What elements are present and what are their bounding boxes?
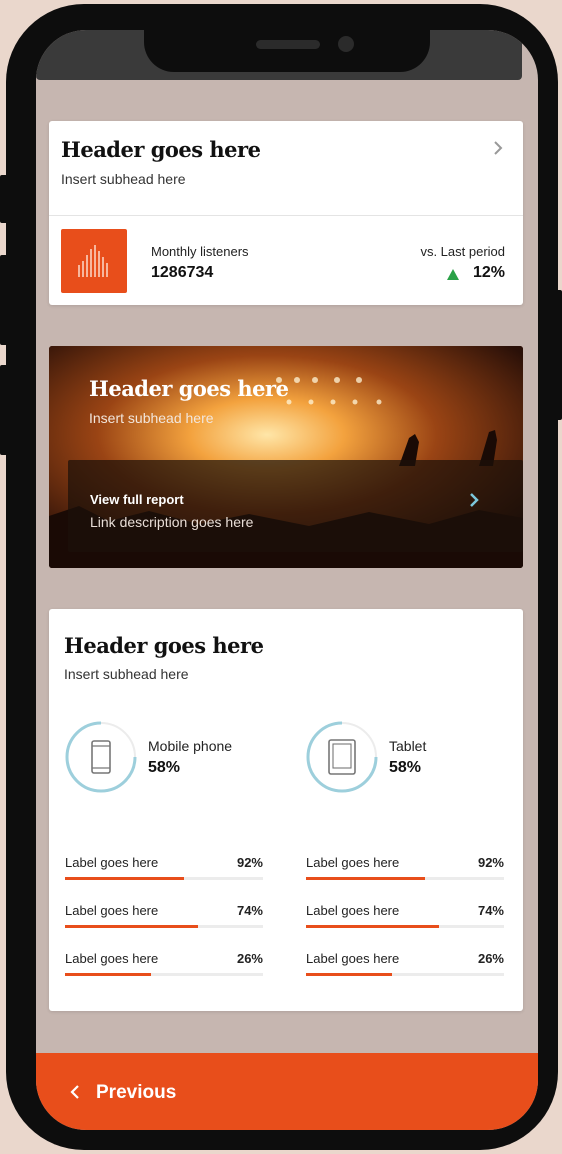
- trend-up-icon: [447, 269, 459, 280]
- stat-bar-row: Label goes here 26%: [305, 951, 504, 981]
- metric-value: 1286734: [151, 264, 214, 281]
- device-label: Mobile phone: [148, 738, 233, 754]
- bar-percent: 74%: [236, 903, 263, 918]
- stat-bar-row: Label goes here 92%: [305, 855, 504, 885]
- bar-label: Label goes here: [65, 951, 159, 966]
- devices-card-subtitle: Insert subhead here: [64, 666, 189, 682]
- report-card[interactable]: Header goes here Insert subhead here Vie…: [49, 346, 523, 568]
- bar-label: Label goes here: [65, 903, 159, 918]
- link-description: Link description goes here: [90, 514, 254, 530]
- bar-track: [306, 877, 504, 880]
- devices-card: Header goes here Insert subhead here Mob…: [49, 609, 523, 1011]
- chevron-left-icon: [70, 1085, 79, 1099]
- equalizer-icon: [78, 245, 108, 277]
- bar-fill: [65, 877, 184, 880]
- compare-value: 12%: [472, 264, 505, 281]
- bar-fill: [306, 973, 392, 976]
- mobile-phone-icon: [91, 740, 111, 774]
- tablet-usage-ring: [306, 721, 378, 793]
- phone-notch: [144, 30, 430, 72]
- bar-percent: 74%: [477, 903, 504, 918]
- chevron-right-icon[interactable]: [467, 492, 481, 508]
- summary-card[interactable]: Header goes here Insert subhead here Mon…: [49, 121, 523, 305]
- bar-fill: [306, 877, 425, 880]
- devices-card-title: Header goes here: [64, 633, 264, 658]
- phone-frame: Header goes here Insert subhead here Mon…: [6, 4, 558, 1150]
- bar-track: [65, 877, 263, 880]
- bar-fill: [306, 925, 439, 928]
- device-label: Tablet: [389, 738, 427, 754]
- bar-fill: [65, 925, 198, 928]
- bar-fill: [65, 973, 151, 976]
- stat-bar-row: Label goes here 74%: [64, 903, 263, 933]
- bar-label: Label goes here: [65, 855, 159, 870]
- report-card-subtitle: Insert subhead here: [89, 410, 214, 426]
- phone-screen: Header goes here Insert subhead here Mon…: [36, 30, 538, 1130]
- chevron-right-icon[interactable]: [491, 141, 505, 155]
- stat-bar-row: Label goes here 26%: [64, 951, 263, 981]
- divider: [49, 215, 523, 216]
- bar-track: [306, 973, 504, 976]
- speaker-grille: [256, 40, 320, 49]
- stat-bar-row: Label goes here 74%: [305, 903, 504, 933]
- view-report-link[interactable]: View full report Link description goes h…: [68, 460, 523, 552]
- previous-button[interactable]: Previous: [36, 1053, 538, 1130]
- device-value: 58%: [148, 759, 181, 776]
- bar-label: Label goes here: [306, 951, 400, 966]
- summary-card-title: Header goes here: [61, 137, 261, 162]
- bar-percent: 92%: [236, 855, 263, 870]
- tablet-icon: [328, 739, 356, 775]
- report-card-title: Header goes here: [89, 376, 289, 401]
- metric-label: Monthly listeners: [151, 244, 249, 259]
- bar-percent: 26%: [236, 951, 263, 966]
- previous-label: Previous: [96, 1082, 177, 1103]
- device-value: 58%: [389, 759, 422, 776]
- bar-track: [65, 973, 263, 976]
- bar-label: Label goes here: [306, 855, 400, 870]
- bar-track: [306, 925, 504, 928]
- bar-percent: 26%: [477, 951, 504, 966]
- bar-label: Label goes here: [306, 903, 400, 918]
- stat-bar-row: Label goes here 92%: [64, 855, 263, 885]
- summary-card-subtitle: Insert subhead here: [61, 171, 186, 187]
- equalizer-tile: [61, 229, 127, 293]
- bar-percent: 92%: [477, 855, 504, 870]
- mobile-usage-ring: [65, 721, 137, 793]
- front-camera: [338, 36, 354, 52]
- bar-track: [65, 925, 263, 928]
- compare-label: vs. Last period: [420, 244, 505, 259]
- view-report-label: View full report: [90, 492, 184, 507]
